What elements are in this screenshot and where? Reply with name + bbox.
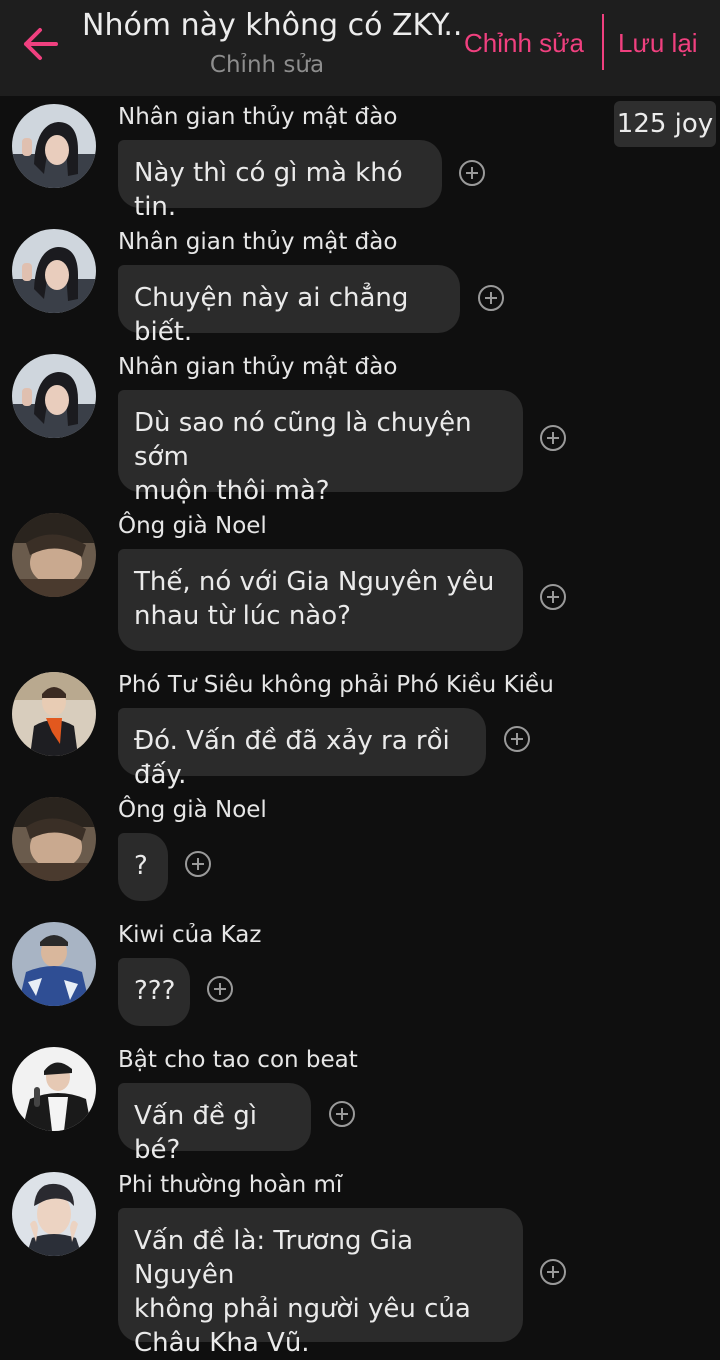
add-reaction-icon[interactable]	[329, 1101, 355, 1127]
message-bubble[interactable]: Đó. Vấn đề đã xảy ra rồi đấy.	[118, 708, 486, 790]
avatar[interactable]	[12, 922, 96, 1006]
top-bar: Nhóm này không có ZKY... Chỉnh sửa Chỉnh…	[0, 0, 720, 96]
avatar[interactable]	[12, 513, 96, 597]
sender-name: Nhân gian thủy mật đào	[118, 104, 398, 130]
message-bubble[interactable]: Vấn đề là: Trương Gia Nguyên không phải …	[118, 1208, 523, 1358]
header-divider	[602, 14, 604, 70]
avatar[interactable]	[12, 229, 96, 313]
chat-message: Bật cho tao con beat Vấn đề gì bé?	[0, 1047, 720, 1165]
message-bubble[interactable]: Này thì có gì mà khó tin.	[118, 140, 442, 222]
avatar[interactable]	[12, 1047, 96, 1131]
back-arrow-icon[interactable]	[22, 26, 62, 62]
chat-message: Nhân gian thủy mật đào Chuyện này ai chẳ…	[0, 229, 720, 347]
sender-name: Nhân gian thủy mật đào	[118, 354, 398, 380]
avatar[interactable]	[12, 104, 96, 188]
chat-message: Ông già Noel Thế, nó với Gia Nguyên yêu …	[0, 513, 720, 653]
add-reaction-icon[interactable]	[185, 851, 211, 877]
sender-name: Phó Tư Siêu không phải Phó Kiều Kiều	[118, 672, 554, 698]
sender-name: Phi thường hoàn mĩ	[118, 1172, 343, 1198]
add-reaction-icon[interactable]	[540, 1259, 566, 1285]
message-bubble[interactable]: ?	[118, 833, 168, 901]
add-reaction-icon[interactable]	[504, 726, 530, 752]
message-bubble[interactable]: Vấn đề gì bé?	[118, 1083, 311, 1165]
add-reaction-icon[interactable]	[207, 976, 233, 1002]
chat-message: Ông già Noel ?	[0, 797, 720, 907]
edit-button[interactable]: Chỉnh sửa	[464, 28, 584, 59]
avatar[interactable]	[12, 672, 96, 756]
add-reaction-icon[interactable]	[478, 285, 504, 311]
message-bubble[interactable]: Chuyện này ai chẳng biết.	[118, 265, 460, 347]
avatar[interactable]	[12, 797, 96, 881]
avatar[interactable]	[12, 354, 96, 438]
chat-message: Nhân gian thủy mật đào Này thì có gì mà …	[0, 104, 720, 222]
avatar[interactable]	[12, 1172, 96, 1256]
sender-name: Ông già Noel	[118, 797, 267, 823]
add-reaction-icon[interactable]	[540, 425, 566, 451]
chat-message: Kiwi của Kaz ???	[0, 922, 720, 1032]
chat-title: Nhóm này không có ZKY...	[82, 8, 462, 43]
sender-name: Nhân gian thủy mật đào	[118, 229, 398, 255]
sender-name: Bật cho tao con beat	[118, 1047, 358, 1073]
add-reaction-icon[interactable]	[459, 160, 485, 186]
chat-message: Phi thường hoàn mĩ Vấn đề là: Trương Gia…	[0, 1172, 720, 1358]
add-reaction-icon[interactable]	[540, 584, 566, 610]
save-button[interactable]: Lưu lại	[618, 28, 698, 59]
sender-name: Ông già Noel	[118, 513, 267, 539]
sender-name: Kiwi của Kaz	[118, 922, 262, 948]
message-bubble[interactable]: Dù sao nó cũng là chuyện sớm muộn thôi m…	[118, 390, 523, 506]
message-bubble[interactable]: Thế, nó với Gia Nguyên yêu nhau từ lúc n…	[118, 549, 523, 651]
chat-subtitle: Chỉnh sửa	[209, 52, 325, 78]
chat-message: Phó Tư Siêu không phải Phó Kiều Kiều Đó.…	[0, 672, 720, 790]
message-bubble[interactable]: ???	[118, 958, 190, 1026]
chat-message: Nhân gian thủy mật đào Dù sao nó cũng là…	[0, 354, 720, 506]
